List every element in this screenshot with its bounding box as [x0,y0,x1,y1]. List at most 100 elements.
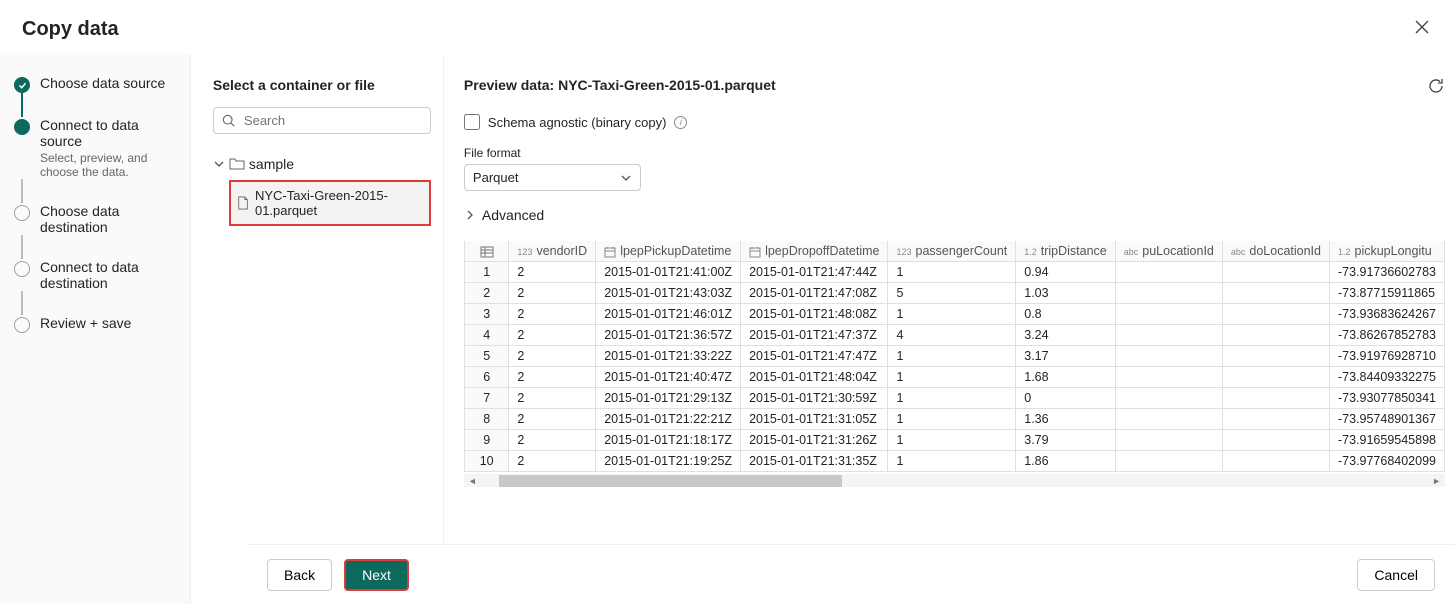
step-review-save[interactable]: Review + save [14,315,180,333]
column-header[interactable]: lpepDropoffDatetime [741,241,888,262]
cancel-button[interactable]: Cancel [1357,559,1435,591]
table-row[interactable]: 822015-01-01T21:22:21Z2015-01-01T21:31:0… [465,409,1445,430]
tree-file-selected[interactable]: NYC-Taxi-Green-2015-01.parquet [229,180,431,226]
table-cell [1115,325,1222,346]
file-browser-panel: Select a container or file sample NYC-Ta… [191,55,444,604]
table-cell: 4 [465,325,509,346]
table-cell: 2 [465,283,509,304]
table-row[interactable]: 522015-01-01T21:33:22Z2015-01-01T21:47:4… [465,346,1445,367]
step-connector [21,93,23,117]
table-cell: 1 [888,346,1016,367]
column-header[interactable]: 123vendorID [509,241,596,262]
page-title: Copy data [22,18,119,41]
table-cell [1115,346,1222,367]
table-cell: 1 [465,262,509,283]
table-cell [1222,388,1329,409]
table-row[interactable]: 722015-01-01T21:29:13Z2015-01-01T21:30:5… [465,388,1445,409]
column-header[interactable]: 123passengerCount [888,241,1016,262]
table-cell: 2015-01-01T21:46:01Z [596,304,741,325]
pending-step-icon [14,261,30,277]
table-cell: 3.24 [1016,325,1116,346]
row-index-header [465,241,509,262]
scroll-right-arrow[interactable]: ► [1428,476,1445,486]
table-cell: 2015-01-01T21:22:21Z [596,409,741,430]
table-row[interactable]: 322015-01-01T21:46:01Z2015-01-01T21:48:0… [465,304,1445,325]
table-row[interactable]: 222015-01-01T21:43:03Z2015-01-01T21:47:0… [465,283,1445,304]
step-label: Review + save [40,315,131,331]
chevron-down-icon [213,158,225,170]
table-cell [1222,283,1329,304]
table-cell [1222,346,1329,367]
table-row[interactable]: 1022015-01-01T21:19:25Z2015-01-01T21:31:… [465,451,1445,472]
table-cell: 0.94 [1016,262,1116,283]
table-row[interactable]: 622015-01-01T21:40:47Z2015-01-01T21:48:0… [465,367,1445,388]
table-cell [1115,283,1222,304]
table-cell: -73.97768402099 [1329,451,1444,472]
table-row[interactable]: 922015-01-01T21:18:17Z2015-01-01T21:31:2… [465,430,1445,451]
table-cell: 2015-01-01T21:43:03Z [596,283,741,304]
pending-step-icon [14,317,30,333]
step-connect-to-data-source[interactable]: Connect to data source Select, preview, … [14,117,180,179]
table-cell: 2015-01-01T21:47:37Z [741,325,888,346]
close-button[interactable] [1411,16,1433,43]
step-choose-data-source[interactable]: Choose data source [14,75,180,93]
table-cell: -73.91736602783 [1329,262,1444,283]
table-cell: 1.36 [1016,409,1116,430]
table-cell: 0.8 [1016,304,1116,325]
table-cell: 2015-01-01T21:29:13Z [596,388,741,409]
search-input[interactable] [213,107,431,134]
column-header[interactable]: lpepPickupDatetime [596,241,741,262]
step-label: Choose data source [40,75,165,91]
search-field[interactable] [244,113,422,128]
column-header[interactable]: abcpuLocationId [1115,241,1222,262]
table-cell: 2015-01-01T21:30:59Z [741,388,888,409]
table-cell: 2015-01-01T21:41:00Z [596,262,741,283]
file-format-select[interactable]: Parquet [464,164,641,191]
table-cell: 2 [509,283,596,304]
next-button[interactable]: Next [344,559,409,591]
horizontal-scrollbar[interactable]: ◄ ► [464,474,1445,487]
table-cell: 2 [509,367,596,388]
table-row[interactable]: 122015-01-01T21:41:00Z2015-01-01T21:47:4… [465,262,1445,283]
tree-folder-sample[interactable]: sample [213,152,431,176]
info-icon[interactable]: i [674,116,687,129]
current-step-icon [14,119,30,135]
step-connector [21,235,23,259]
table-cell [1115,430,1222,451]
table-cell: -73.87715911865 [1329,283,1444,304]
column-header[interactable]: 1.2tripDistance [1016,241,1116,262]
step-connect-to-data-destination[interactable]: Connect to data destination [14,259,180,291]
table-cell: 1 [888,430,1016,451]
schema-agnostic-checkbox[interactable] [464,114,480,130]
refresh-icon [1427,77,1445,95]
scroll-thumb[interactable] [499,475,842,487]
scroll-left-arrow[interactable]: ◄ [464,476,481,486]
column-header[interactable]: 1.2pickupLongitu [1329,241,1444,262]
table-cell: 2 [509,325,596,346]
table-row[interactable]: 422015-01-01T21:36:57Z2015-01-01T21:47:3… [465,325,1445,346]
table-cell: 2015-01-01T21:31:26Z [741,430,888,451]
table-cell: 6 [465,367,509,388]
back-button[interactable]: Back [267,559,332,591]
table-cell: 1 [888,451,1016,472]
table-cell: 2 [509,388,596,409]
refresh-button[interactable] [1427,77,1445,98]
file-label: NYC-Taxi-Green-2015-01.parquet [255,188,423,218]
table-cell: 2015-01-01T21:36:57Z [596,325,741,346]
table-cell: 1 [888,388,1016,409]
chevron-down-icon [620,172,632,184]
table-cell: 2015-01-01T21:48:08Z [741,304,888,325]
table-cell: 1 [888,409,1016,430]
folder-label: sample [249,156,294,172]
table-cell [1222,409,1329,430]
column-header[interactable]: abcdoLocationId [1222,241,1329,262]
preview-data-table[interactable]: 123vendorIDlpepPickupDatetimelpepDropoff… [464,241,1445,472]
step-choose-data-destination[interactable]: Choose data destination [14,203,180,235]
step-label: Connect to data source [40,117,180,149]
table-cell: 1.03 [1016,283,1116,304]
step-connector [21,179,23,203]
table-cell: 2 [509,262,596,283]
advanced-toggle[interactable]: Advanced [464,207,1445,223]
table-cell [1115,451,1222,472]
table-cell: 2015-01-01T21:40:47Z [596,367,741,388]
